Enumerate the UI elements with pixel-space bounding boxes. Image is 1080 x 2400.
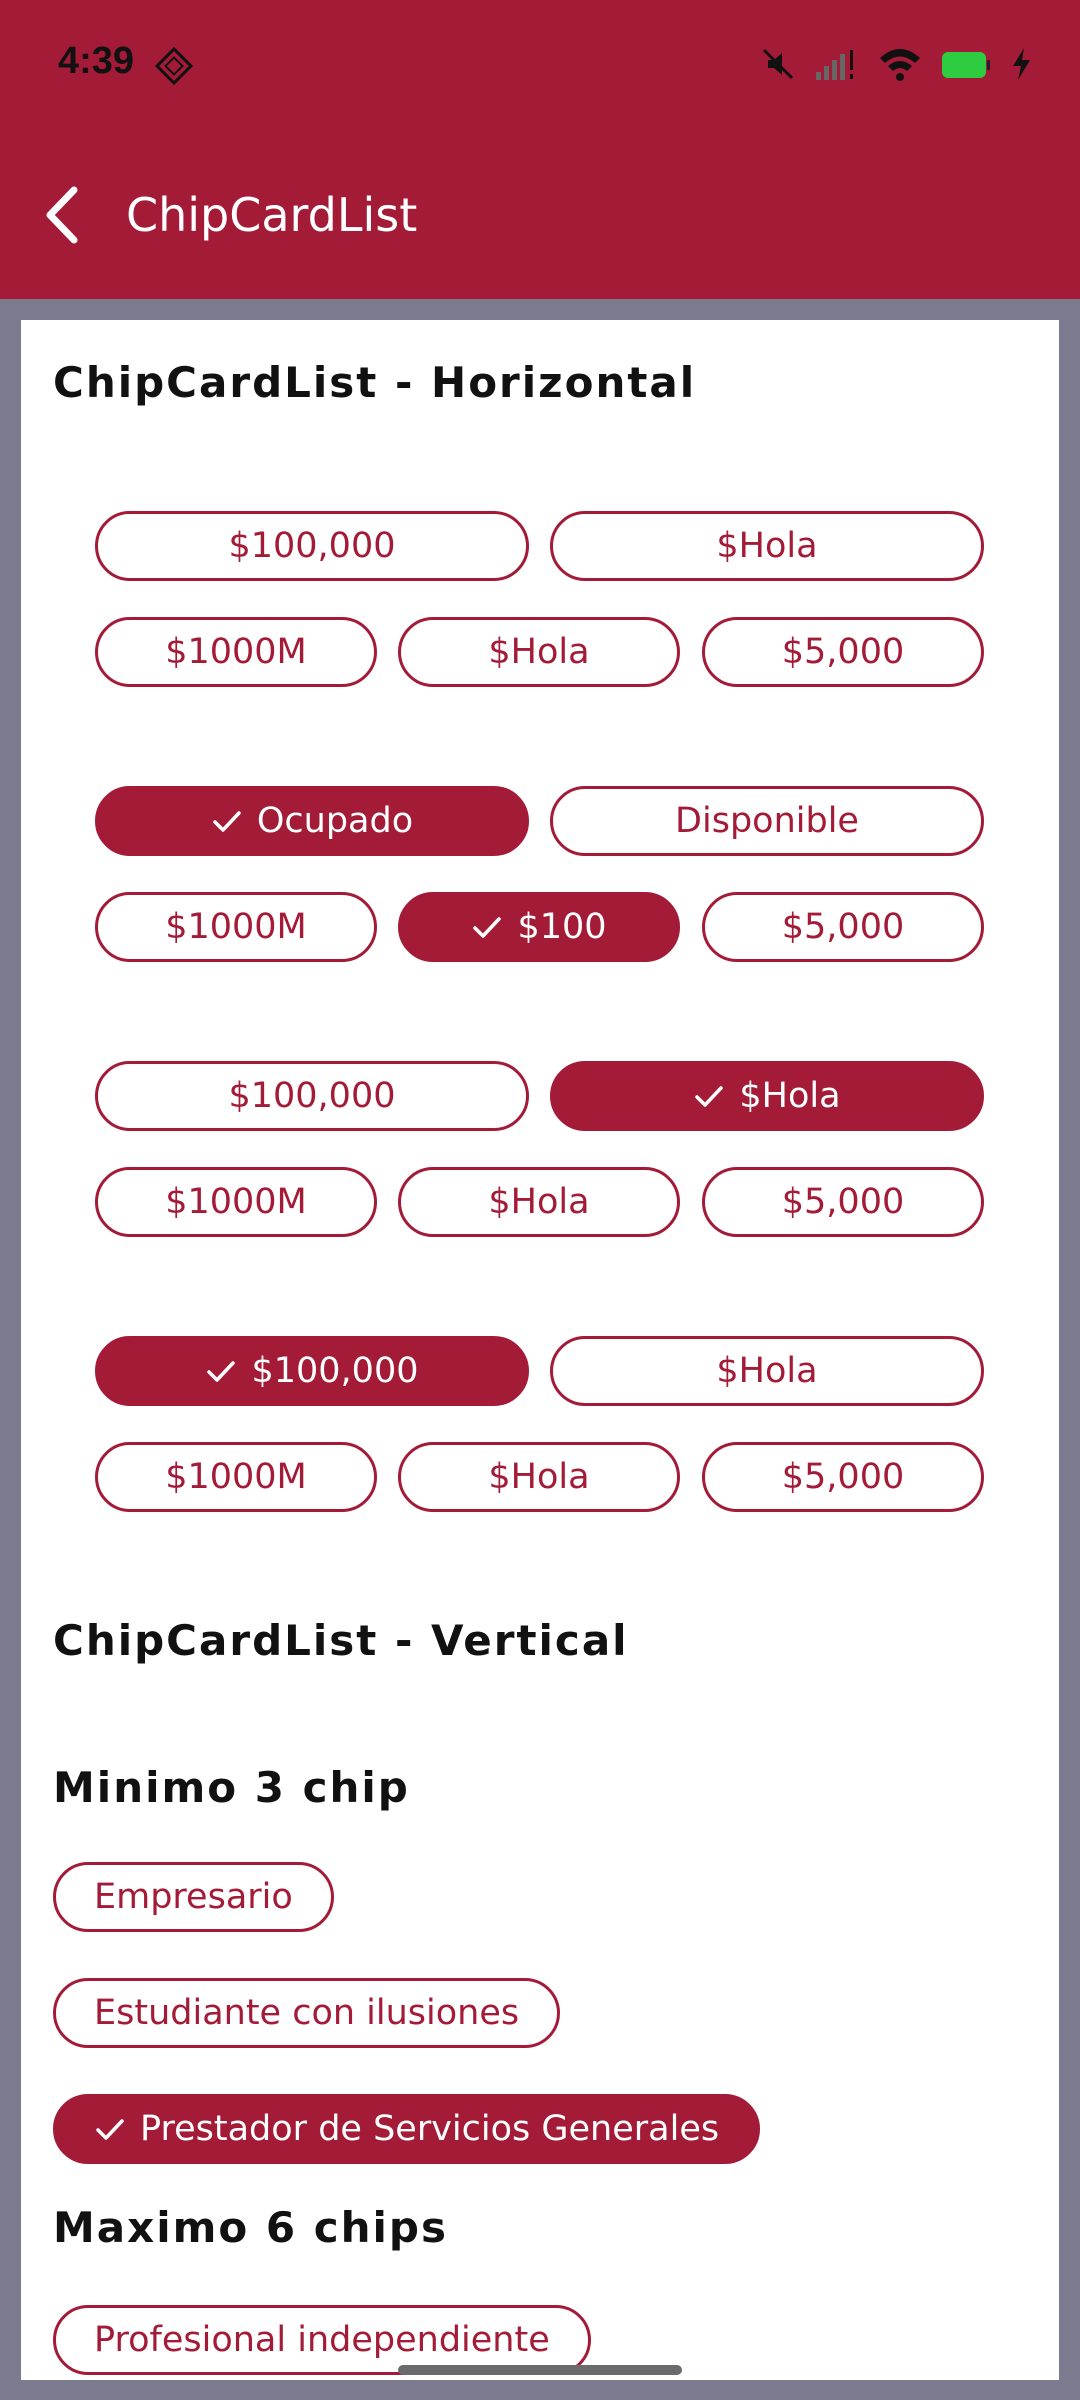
chip[interactable]: $1000M [95,892,377,962]
chip[interactable]: $5,000 [702,1442,984,1512]
chip-label: $Hola [739,1076,841,1116]
check-icon [695,1086,724,1107]
vertical-section-title: ChipCardList - Vertical [53,1616,629,1665]
check-icon [473,917,502,938]
chip-label: Prestador de Servicios Generales [140,2109,720,2149]
back-arrow-icon[interactable] [40,180,90,250]
chip-selected[interactable]: $Hola [550,1061,984,1131]
chip[interactable]: $Hola [550,1336,984,1406]
check-icon [207,1361,236,1382]
charging-icon [1013,48,1030,80]
chip[interactable]: $100,000 [95,1061,529,1131]
chip[interactable]: Empresario [53,1862,334,1932]
content-card: ChipCardList - Horizontal $100,000 $Hola… [21,320,1059,2380]
chip[interactable]: Disponible [550,786,984,856]
chip-label: $5,000 [781,632,905,672]
chip[interactable]: $1000M [95,1442,377,1512]
chip-label: $5,000 [781,1457,905,1497]
chip-label: $1000M [165,1457,307,1497]
chip-label: $100,000 [251,1351,419,1391]
chip-label: $1000M [165,632,307,672]
chip[interactable]: $5,000 [702,892,984,962]
chip-label: Ocupado [256,801,414,841]
chip-label: $100 [517,907,607,947]
chip-label: $100,000 [228,526,396,566]
chip-label: $Hola [488,1457,590,1497]
chip-selected[interactable]: Prestador de Servicios Generales [53,2094,761,2164]
chip[interactable]: $Hola [398,617,680,687]
min-chips-title: Minimo 3 chip [53,1763,410,1812]
chip[interactable]: $Hola [398,1442,680,1512]
chip-label: $Hola [716,526,818,566]
chip[interactable]: $Hola [398,1167,680,1237]
chip[interactable]: $1000M [95,1167,377,1237]
chip-selected[interactable]: Ocupado [95,786,529,856]
chip[interactable]: $5,000 [702,617,984,687]
chip-label: $5,000 [781,907,905,947]
chip-selected[interactable]: $100 [398,892,680,962]
battery-icon [942,52,990,78]
chip-label: $Hola [488,632,590,672]
signal-icon [816,50,853,80]
chip-label: $100,000 [228,1076,396,1116]
check-icon [213,811,241,832]
chip-label: $Hola [488,1182,590,1222]
chip-label: $1000M [165,907,307,947]
chip-selected[interactable]: $100,000 [95,1336,529,1406]
chip-label: $1000M [165,1182,307,1222]
chip-label: $Hola [716,1351,818,1391]
mute-icon [762,48,794,80]
chip[interactable]: $5,000 [702,1167,984,1237]
status-icons [760,42,1032,86]
chip[interactable]: $100,000 [95,511,529,581]
chip[interactable]: $1000M [95,617,377,687]
chip-label: $5,000 [781,1182,905,1222]
check-icon [96,2119,124,2140]
horizontal-section-title: ChipCardList - Horizontal [53,358,697,407]
navigation-app-icon [154,46,194,86]
app-bar: 4:39 ChipCardList [0,0,1080,299]
screen-title: ChipCardList [126,188,418,242]
home-indicator[interactable] [398,2365,682,2375]
chip-label: Disponible [675,801,859,841]
max-chips-title: Maximo 6 chips [53,2203,448,2252]
chip-label: Empresario [94,1877,293,1917]
chip[interactable]: Estudiante con ilusiones [53,1978,561,2048]
chip-label: Estudiante con ilusiones [94,1993,520,2033]
chip-label: Profesional independiente [94,2320,550,2360]
chip[interactable]: $Hola [550,511,984,581]
wifi-icon [880,49,920,81]
status-time: 4:39 [58,40,135,82]
